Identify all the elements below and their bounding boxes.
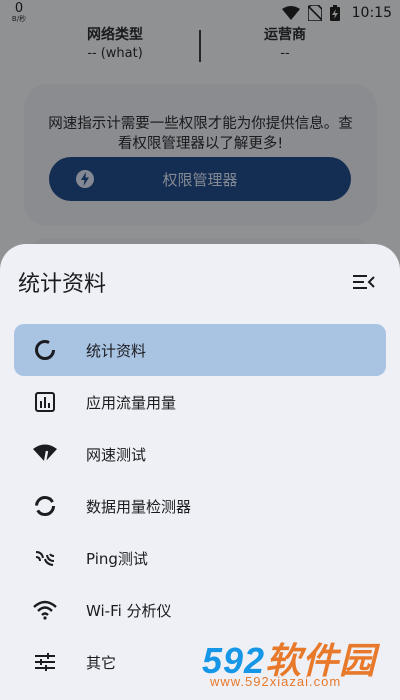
menu-label: 统计资料	[86, 341, 147, 360]
site-watermark: 592软件园 www.592xiazai.com	[196, 628, 400, 700]
menu-item-statistics[interactable]: 统计资料	[14, 324, 386, 376]
menu-label: Ping测试	[86, 549, 148, 568]
menu-item-ping-test[interactable]: Ping测试	[14, 532, 386, 584]
menu-label: Wi-Fi 分析仪	[86, 601, 172, 620]
bar-chart-icon	[32, 389, 58, 415]
menu-item-app-traffic[interactable]: 应用流量用量	[14, 376, 386, 428]
speed-wifi-icon	[32, 441, 58, 467]
sheet-title: 统计资料	[18, 272, 107, 297]
donut-icon	[32, 337, 58, 363]
watermark-url: www.592xiazai.com	[210, 674, 342, 689]
menu-label: 数据用量检测器	[86, 497, 192, 516]
tune-icon	[32, 649, 58, 675]
menu-collapse-icon	[353, 275, 375, 289]
menu-item-data-monitor[interactable]: 数据用量检测器	[14, 480, 386, 532]
data-usage-icon	[32, 493, 58, 519]
ping-icon	[32, 545, 58, 571]
wifi-icon	[32, 597, 58, 623]
collapse-menu-button[interactable]	[350, 268, 378, 296]
menu-label: 应用流量用量	[86, 393, 177, 412]
menu-label: 网速测试	[86, 445, 147, 464]
menu-label: 其它	[86, 653, 117, 672]
menu-item-speed-test[interactable]: 网速测试	[14, 428, 386, 480]
